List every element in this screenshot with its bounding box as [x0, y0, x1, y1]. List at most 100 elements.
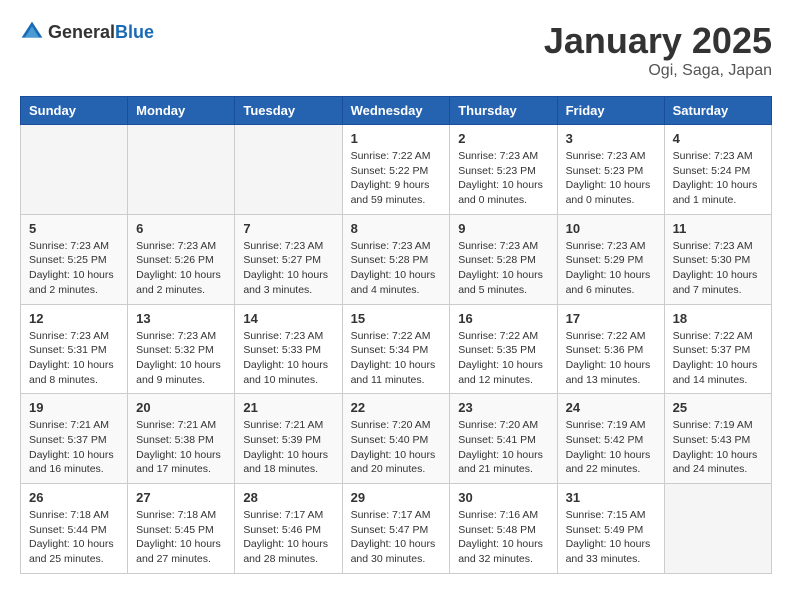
calendar-cell: 22 Sunrise: 7:20 AM Sunset: 5:40 PM Dayli…: [342, 394, 450, 484]
weekday-header-tuesday: Tuesday: [235, 97, 342, 125]
day-info: Sunrise: 7:23 AM Sunset: 5:23 PM Dayligh…: [566, 149, 656, 208]
calendar-cell: 17 Sunrise: 7:22 AM Sunset: 5:36 PM Dayli…: [557, 304, 664, 394]
calendar-cell: 25 Sunrise: 7:19 AM Sunset: 5:43 PM Dayli…: [664, 394, 771, 484]
calendar-cell: [235, 125, 342, 215]
page-header: GeneralBlue January 2025 Ogi, Saga, Japa…: [20, 20, 772, 80]
calendar-week-5: 26 Sunrise: 7:18 AM Sunset: 5:44 PM Dayli…: [21, 484, 772, 574]
day-info: Sunrise: 7:17 AM Sunset: 5:47 PM Dayligh…: [351, 508, 442, 567]
month-title: January 2025: [544, 20, 772, 62]
day-number: 11: [673, 221, 763, 236]
calendar-cell: 15 Sunrise: 7:22 AM Sunset: 5:34 PM Dayli…: [342, 304, 450, 394]
day-info: Sunrise: 7:23 AM Sunset: 5:28 PM Dayligh…: [458, 239, 548, 298]
day-info: Sunrise: 7:20 AM Sunset: 5:41 PM Dayligh…: [458, 418, 548, 477]
day-number: 2: [458, 131, 548, 146]
calendar-cell: 14Sunrise: 7:23 AM Sunset: 5:33 PM Dayli…: [235, 304, 342, 394]
day-number: 18: [673, 311, 763, 326]
calendar-cell: 10Sunrise: 7:23 AM Sunset: 5:29 PM Dayli…: [557, 214, 664, 304]
day-info: Sunrise: 7:20 AM Sunset: 5:40 PM Dayligh…: [351, 418, 442, 477]
day-number: 19: [29, 400, 119, 415]
weekday-header-wednesday: Wednesday: [342, 97, 450, 125]
calendar-cell: 27 Sunrise: 7:18 AM Sunset: 5:45 PM Dayli…: [128, 484, 235, 574]
day-info: Sunrise: 7:22 AM Sunset: 5:22 PM Dayligh…: [351, 149, 442, 208]
day-info: Sunrise: 7:16 AM Sunset: 5:48 PM Dayligh…: [458, 508, 548, 567]
day-number: 7: [243, 221, 333, 236]
day-info: Sunrise: 7:21 AM Sunset: 5:38 PM Dayligh…: [136, 418, 226, 477]
day-info: Sunrise: 7:23 AM Sunset: 5:25 PM Dayligh…: [29, 239, 119, 298]
logo-text-general: General: [48, 22, 115, 42]
calendar-cell: 11 Sunrise: 7:23 AM Sunset: 5:30 PM Dayli…: [664, 214, 771, 304]
weekday-header-thursday: Thursday: [450, 97, 557, 125]
day-info: Sunrise: 7:23 AM Sunset: 5:31 PM Dayligh…: [29, 329, 119, 388]
calendar-cell: 26 Sunrise: 7:18 AM Sunset: 5:44 PM Dayli…: [21, 484, 128, 574]
day-info: Sunrise: 7:23 AM Sunset: 5:24 PM Dayligh…: [673, 149, 763, 208]
day-info: Sunrise: 7:23 AM Sunset: 5:23 PM Dayligh…: [458, 149, 548, 208]
calendar-cell: 31Sunrise: 7:15 AM Sunset: 5:49 PM Dayli…: [557, 484, 664, 574]
calendar-cell: 5 Sunrise: 7:23 AM Sunset: 5:25 PM Daylig…: [21, 214, 128, 304]
calendar-table: SundayMondayTuesdayWednesdayThursdayFrid…: [20, 96, 772, 574]
day-number: 27: [136, 490, 226, 505]
calendar-cell: 13 Sunrise: 7:23 AM Sunset: 5:32 PM Dayli…: [128, 304, 235, 394]
day-number: 6: [136, 221, 226, 236]
weekday-header-friday: Friday: [557, 97, 664, 125]
day-number: 25: [673, 400, 763, 415]
calendar-cell: 16Sunrise: 7:22 AM Sunset: 5:35 PM Dayli…: [450, 304, 557, 394]
calendar-cell: 18 Sunrise: 7:22 AM Sunset: 5:37 PM Dayli…: [664, 304, 771, 394]
calendar-cell: 4Sunrise: 7:23 AM Sunset: 5:24 PM Daylig…: [664, 125, 771, 215]
day-number: 26: [29, 490, 119, 505]
day-number: 17: [566, 311, 656, 326]
calendar-week-1: 1 Sunrise: 7:22 AM Sunset: 5:22 PM Daylig…: [21, 125, 772, 215]
calendar-cell: 29 Sunrise: 7:17 AM Sunset: 5:47 PM Dayli…: [342, 484, 450, 574]
calendar-cell: 8Sunrise: 7:23 AM Sunset: 5:28 PM Daylig…: [342, 214, 450, 304]
day-info: Sunrise: 7:23 AM Sunset: 5:30 PM Dayligh…: [673, 239, 763, 298]
day-number: 16: [458, 311, 548, 326]
weekday-header-sunday: Sunday: [21, 97, 128, 125]
calendar-cell: 21Sunrise: 7:21 AM Sunset: 5:39 PM Dayli…: [235, 394, 342, 484]
calendar-week-2: 5 Sunrise: 7:23 AM Sunset: 5:25 PM Daylig…: [21, 214, 772, 304]
logo: GeneralBlue: [20, 20, 154, 44]
day-number: 3: [566, 131, 656, 146]
day-info: Sunrise: 7:23 AM Sunset: 5:26 PM Dayligh…: [136, 239, 226, 298]
day-number: 21: [243, 400, 333, 415]
weekday-header-row: SundayMondayTuesdayWednesdayThursdayFrid…: [21, 97, 772, 125]
day-number: 22: [351, 400, 442, 415]
calendar-cell: [21, 125, 128, 215]
calendar-week-4: 19 Sunrise: 7:21 AM Sunset: 5:37 PM Dayli…: [21, 394, 772, 484]
calendar-cell: 19 Sunrise: 7:21 AM Sunset: 5:37 PM Dayli…: [21, 394, 128, 484]
day-number: 23: [458, 400, 548, 415]
day-number: 12: [29, 311, 119, 326]
calendar-cell: 6 Sunrise: 7:23 AM Sunset: 5:26 PM Daylig…: [128, 214, 235, 304]
day-number: 13: [136, 311, 226, 326]
day-info: Sunrise: 7:22 AM Sunset: 5:34 PM Dayligh…: [351, 329, 442, 388]
calendar-cell: 12 Sunrise: 7:23 AM Sunset: 5:31 PM Dayli…: [21, 304, 128, 394]
day-number: 24: [566, 400, 656, 415]
calendar-cell: 28Sunrise: 7:17 AM Sunset: 5:46 PM Dayli…: [235, 484, 342, 574]
logo-icon: [20, 20, 44, 44]
logo-text-blue: Blue: [115, 22, 154, 42]
day-info: Sunrise: 7:19 AM Sunset: 5:42 PM Dayligh…: [566, 418, 656, 477]
calendar-cell: 24 Sunrise: 7:19 AM Sunset: 5:42 PM Dayli…: [557, 394, 664, 484]
calendar-cell: [664, 484, 771, 574]
day-info: Sunrise: 7:18 AM Sunset: 5:44 PM Dayligh…: [29, 508, 119, 567]
calendar-cell: [128, 125, 235, 215]
calendar-cell: 30Sunrise: 7:16 AM Sunset: 5:48 PM Dayli…: [450, 484, 557, 574]
day-number: 15: [351, 311, 442, 326]
day-info: Sunrise: 7:23 AM Sunset: 5:33 PM Dayligh…: [243, 329, 333, 388]
day-number: 5: [29, 221, 119, 236]
day-info: Sunrise: 7:18 AM Sunset: 5:45 PM Dayligh…: [136, 508, 226, 567]
day-info: Sunrise: 7:21 AM Sunset: 5:37 PM Dayligh…: [29, 418, 119, 477]
day-info: Sunrise: 7:22 AM Sunset: 5:36 PM Dayligh…: [566, 329, 656, 388]
day-number: 28: [243, 490, 333, 505]
day-info: Sunrise: 7:23 AM Sunset: 5:28 PM Dayligh…: [351, 239, 442, 298]
day-number: 31: [566, 490, 656, 505]
title-block: January 2025 Ogi, Saga, Japan: [544, 20, 772, 80]
day-info: Sunrise: 7:23 AM Sunset: 5:27 PM Dayligh…: [243, 239, 333, 298]
calendar-cell: 1 Sunrise: 7:22 AM Sunset: 5:22 PM Daylig…: [342, 125, 450, 215]
day-number: 29: [351, 490, 442, 505]
day-number: 10: [566, 221, 656, 236]
day-number: 1: [351, 131, 442, 146]
calendar-week-3: 12 Sunrise: 7:23 AM Sunset: 5:31 PM Dayli…: [21, 304, 772, 394]
day-info: Sunrise: 7:19 AM Sunset: 5:43 PM Dayligh…: [673, 418, 763, 477]
day-info: Sunrise: 7:23 AM Sunset: 5:32 PM Dayligh…: [136, 329, 226, 388]
calendar-cell: 2 Sunrise: 7:23 AM Sunset: 5:23 PM Daylig…: [450, 125, 557, 215]
day-info: Sunrise: 7:22 AM Sunset: 5:37 PM Dayligh…: [673, 329, 763, 388]
